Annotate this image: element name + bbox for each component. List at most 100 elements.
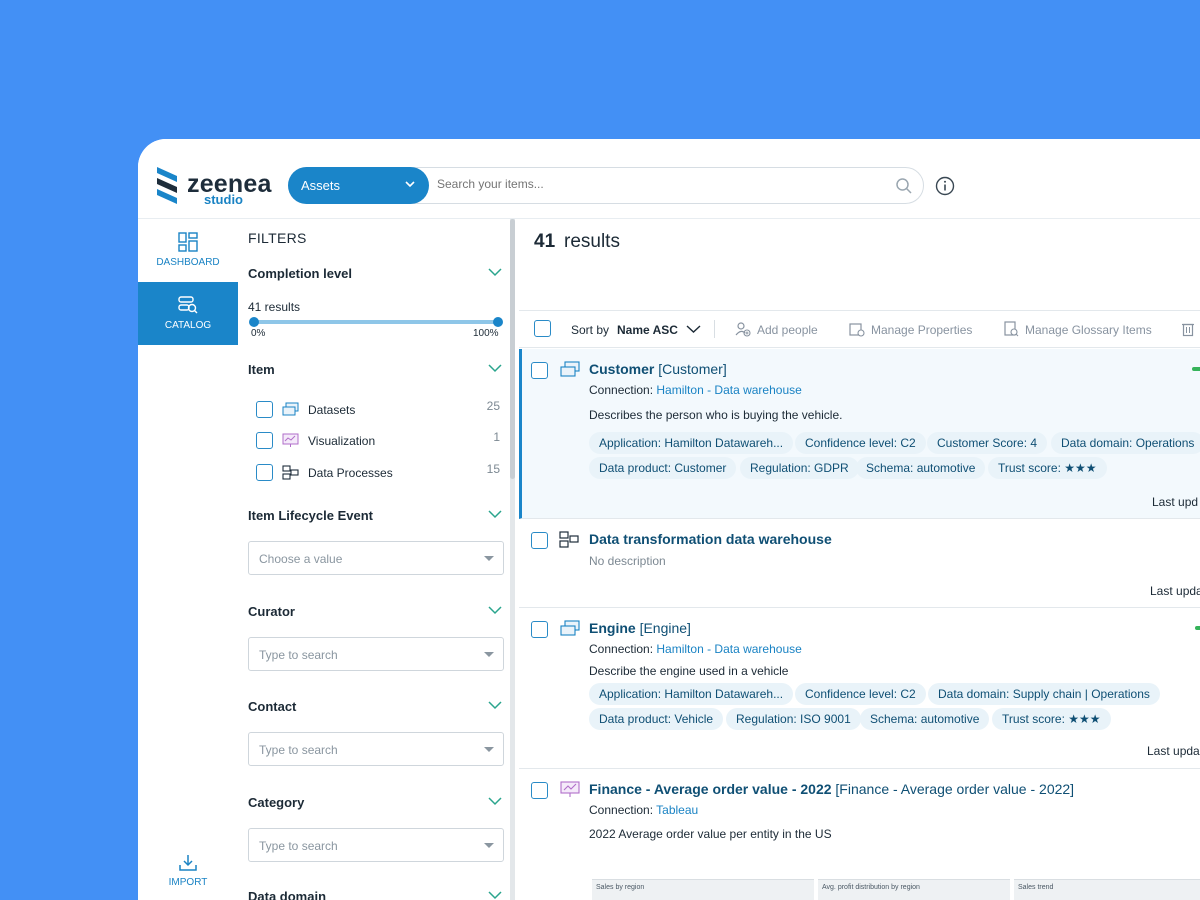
scrollbar-thumb[interactable] (510, 219, 515, 479)
item-option-count: 15 (486, 462, 500, 476)
lifecycle-select[interactable]: Choose a value (248, 541, 504, 575)
chevron-down-icon[interactable] (487, 267, 503, 277)
chevron-down-icon[interactable] (487, 890, 503, 900)
dataset-icon (282, 402, 299, 416)
preview-panel: Sales by region (592, 879, 814, 900)
item-option-count: 1 (493, 430, 500, 444)
tag[interactable]: Confidence level: C2 (795, 683, 926, 705)
contact-search-placeholder: Type to search (259, 743, 338, 757)
sort-value[interactable]: Name ASC (617, 323, 678, 337)
card-code: [Engine] (639, 620, 691, 636)
result-card-data-transformation[interactable]: Data transformation data warehouse No de… (519, 519, 1200, 608)
checkbox[interactable] (256, 401, 273, 418)
filter-contact[interactable]: Contact (248, 699, 296, 714)
checkbox[interactable] (531, 782, 548, 799)
card-description: 2022 Average order value per entity in t… (589, 827, 832, 841)
item-option-count: 25 (486, 399, 500, 413)
tag[interactable]: Schema: automotive (860, 708, 990, 730)
chevron-down-icon[interactable] (487, 700, 503, 710)
tag[interactable]: Data product: Customer (589, 457, 737, 479)
checkbox[interactable] (531, 532, 548, 549)
filter-category[interactable]: Category (248, 795, 304, 810)
filter-completion-level[interactable]: Completion level (248, 266, 352, 281)
contact-search[interactable]: Type to search (248, 732, 504, 766)
properties-icon (849, 323, 865, 337)
select-all-checkbox[interactable] (534, 320, 551, 337)
add-people-label: Add people (757, 323, 818, 337)
tag[interactable]: Data domain: Supply chain | Operations (928, 683, 1160, 705)
result-card-finance[interactable]: Finance - Average order value - 2022 [Fi… (519, 769, 1200, 900)
tag[interactable]: Trust score: ★★★ (988, 457, 1107, 479)
tag[interactable]: Application: Hamilton Datawareh... (589, 683, 794, 705)
category-search[interactable]: Type to search (248, 828, 504, 862)
zeenea-logo-icon (157, 167, 177, 204)
slider-handle-min[interactable] (249, 317, 259, 327)
tag[interactable]: Regulation: GDPR (740, 457, 859, 479)
completion-slider[interactable] (249, 317, 503, 327)
chevron-down-icon[interactable] (487, 796, 503, 806)
card-name: Finance - Average order value - 2022 (589, 781, 832, 797)
card-name: Data transformation data warehouse (589, 531, 832, 547)
item-option-label: Datasets (308, 403, 356, 417)
card-title[interactable]: Engine [Engine] (589, 620, 691, 636)
filters-scrollbar[interactable] (510, 219, 515, 900)
tag[interactable]: Regulation: ISO 9001 (726, 708, 861, 730)
card-connection: Connection: Tableau (589, 803, 698, 817)
tag[interactable]: Confidence level: C2 (795, 432, 926, 454)
zeenea-logo[interactable]: zeenea studio (155, 167, 271, 207)
tag[interactable]: Trust score: ★★★ (992, 708, 1111, 730)
search-icon[interactable] (895, 177, 913, 195)
add-person-icon (735, 322, 751, 337)
caret-down-icon (484, 747, 494, 752)
search-scope-dropdown[interactable]: Assets (288, 167, 429, 204)
results-header: 41 results (519, 219, 1200, 311)
filter-item-lifecycle-event[interactable]: Item Lifecycle Event (248, 508, 373, 523)
status-indicator (1192, 367, 1200, 371)
nav-import[interactable]: IMPORT (138, 847, 238, 900)
chevron-down-icon[interactable] (487, 509, 503, 519)
app-window: zeenea studio Assets Search your items..… (138, 139, 1200, 900)
card-title[interactable]: Finance - Average order value - 2022 [Fi… (589, 781, 1074, 797)
curator-search-placeholder: Type to search (259, 648, 338, 662)
nav-catalog-label: CATALOG (164, 320, 212, 331)
item-option-datasets[interactable]: Datasets 25 (256, 399, 500, 419)
connection-link[interactable]: Tableau (656, 803, 698, 817)
card-title[interactable]: Customer [Customer] (589, 361, 727, 377)
nav-dashboard[interactable]: DASHBOARD (138, 219, 238, 282)
dataset-icon (560, 361, 580, 377)
info-icon[interactable] (935, 176, 955, 196)
trash-icon[interactable] (1180, 321, 1196, 337)
item-option-data-processes[interactable]: Data Processes 15 (256, 462, 500, 482)
nav-dashboard-label: DASHBOARD (156, 257, 220, 268)
nav-catalog[interactable]: CATALOG (138, 282, 244, 345)
checkbox[interactable] (256, 464, 273, 481)
card-name: Customer (589, 361, 655, 377)
tag[interactable]: Customer Score: 4 (927, 432, 1048, 454)
search-input[interactable] (437, 177, 877, 191)
tag[interactable]: Application: Hamilton Datawareh... (589, 432, 794, 454)
chevron-down-icon[interactable] (487, 363, 503, 373)
tag[interactable]: Data product: Vehicle (589, 708, 724, 730)
filter-data-domain[interactable]: Data domain (248, 889, 326, 900)
lifecycle-select-placeholder: Choose a value (259, 552, 343, 566)
connection-link[interactable]: Hamilton - Data warehouse (656, 383, 801, 397)
last-updated: Last upda (1150, 584, 1200, 598)
tag[interactable]: Data domain: Operations (1051, 432, 1200, 454)
filter-curator[interactable]: Curator (248, 604, 295, 619)
chevron-down-icon[interactable] (686, 324, 701, 334)
tag[interactable]: Schema: automotive (856, 457, 986, 479)
curator-search[interactable]: Type to search (248, 637, 504, 671)
chevron-down-icon[interactable] (487, 605, 503, 615)
card-description: Describe the engine used in a vehicle (589, 664, 789, 678)
checkbox[interactable] (531, 621, 548, 638)
filter-item[interactable]: Item (248, 362, 275, 377)
item-option-visualization[interactable]: Visualization 1 (256, 430, 500, 450)
card-title[interactable]: Data transformation data warehouse (589, 531, 832, 547)
result-card-engine[interactable]: Engine [Engine] Connection: Hamilton - D… (519, 608, 1200, 769)
slider-handle-max[interactable] (493, 317, 503, 327)
connection-link[interactable]: Hamilton - Data warehouse (656, 642, 801, 656)
checkbox[interactable] (531, 362, 548, 379)
result-card-customer[interactable]: Customer [Customer] Connection: Hamilton… (519, 349, 1200, 519)
category-search-placeholder: Type to search (259, 839, 338, 853)
checkbox[interactable] (256, 432, 273, 449)
